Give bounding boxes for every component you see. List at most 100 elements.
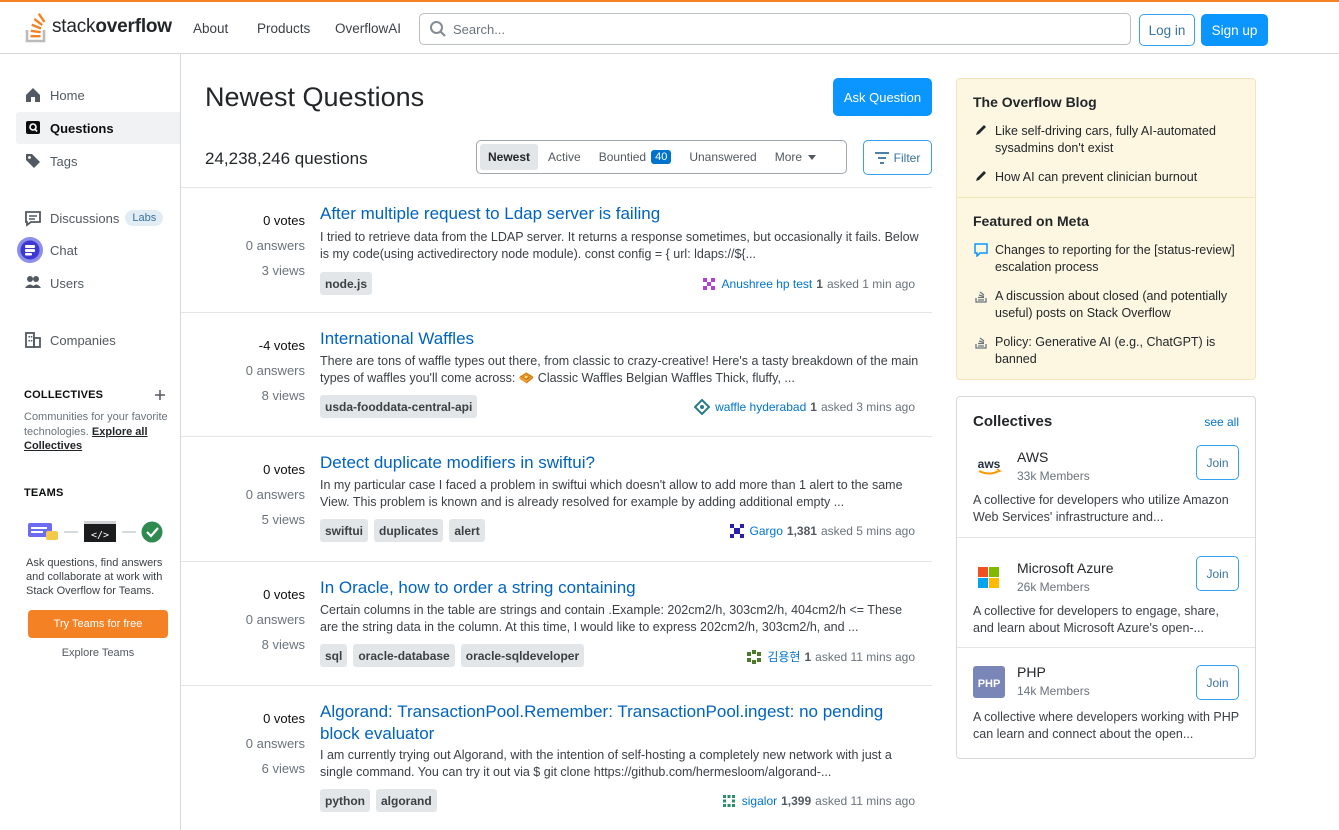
answer-count: 0 answers — [245, 487, 305, 502]
join-aws-button[interactable]: Join — [1196, 445, 1239, 480]
tag-oracle-sqldeveloper[interactable]: oracle-sqldeveloper — [460, 644, 585, 667]
nav-products[interactable]: Products — [257, 21, 310, 36]
tag-usda-fooddata-central-api[interactable]: usda-fooddata-central-api — [320, 395, 478, 418]
comment-icon — [973, 242, 989, 276]
user-avatar[interactable] — [728, 523, 745, 539]
answer-count: 0 answers — [245, 238, 305, 253]
collective-name-link[interactable]: PHP — [1017, 664, 1046, 680]
question-title-link[interactable]: Algorand: TransactionPool.Remember: Tran… — [320, 701, 920, 745]
sidebar-item-tags[interactable]: Tags — [16, 145, 180, 177]
user-name-link[interactable]: Gargo — [750, 524, 783, 538]
stack-exchange-icon — [973, 334, 989, 368]
user-name-link[interactable]: sigalor — [742, 794, 777, 808]
question-tags: node.js — [320, 272, 378, 295]
user-avatar[interactable] — [720, 793, 737, 809]
user-reputation: 1 — [810, 400, 817, 414]
question-title-link[interactable]: International Waffles — [320, 328, 920, 350]
user-avatar[interactable] — [746, 648, 763, 665]
sidebar-item-label: Home — [50, 87, 85, 103]
tab-more[interactable]: More — [767, 144, 824, 170]
tab-newest[interactable]: Newest — [480, 144, 539, 170]
collective-members: 33k Members — [1017, 469, 1090, 483]
tag-algorand[interactable]: algorand — [376, 789, 437, 812]
sidebar-item-discussions[interactable]: Discussions Labs — [16, 202, 180, 234]
tag-swiftui[interactable]: swiftui — [320, 519, 368, 542]
asked-time: asked 11 mins ago — [815, 649, 915, 664]
collectives-widget: Collectives see all aws AWS 33k Members … — [956, 396, 1256, 759]
question-summary: -4 votes 0 answers 8 views International… — [181, 312, 932, 436]
tag-duplicates[interactable]: duplicates — [374, 519, 444, 542]
user-reputation: 1 — [804, 649, 812, 664]
sidebar-item-home[interactable]: Home — [16, 79, 180, 111]
user-avatar[interactable] — [694, 399, 711, 415]
caret-down-icon — [808, 154, 817, 160]
user-reputation: 1,399 — [781, 794, 812, 808]
home-icon — [24, 86, 42, 104]
try-teams-button[interactable]: Try Teams for free — [28, 610, 168, 638]
stackoverflow-logo-icon — [25, 13, 46, 43]
nav-overflowai[interactable]: OverflowAI — [335, 21, 401, 36]
tab-active[interactable]: Active — [540, 144, 589, 170]
tag-node-js[interactable]: node.js — [320, 272, 373, 295]
collective-name-link[interactable]: AWS — [1017, 449, 1048, 465]
collective-card: aws AWS 33k Members Join A collective fo… — [957, 437, 1255, 547]
asked-time: asked 3 mins ago — [820, 400, 915, 414]
question-excerpt: I tried to retrieve data from the LDAP s… — [320, 230, 919, 261]
sidebar-item-users[interactable]: Users — [16, 267, 180, 299]
signup-button[interactable]: Sign up — [1201, 14, 1268, 46]
vote-count: 0 votes — [263, 587, 305, 602]
blog-post-link[interactable]: How AI can prevent clinician burnout — [973, 169, 1243, 186]
top-bar: stackoverflow About Products OverflowAI … — [0, 0, 1339, 54]
question-summary: 0 votes 0 answers 6 views Algorand: Tran… — [181, 685, 932, 830]
join-azure-button[interactable]: Join — [1196, 556, 1239, 591]
tag-sql[interactable]: sql — [320, 644, 348, 667]
filter-icon — [874, 151, 889, 164]
question-owner: waffle hyderabad 1 asked 3 mins ago — [694, 399, 915, 415]
tab-bountied[interactable]: Bountied 40 — [591, 144, 680, 170]
vote-count: 0 votes — [263, 711, 305, 726]
teams-illustration-icon: </> — [28, 521, 163, 543]
login-button[interactable]: Log in — [1139, 14, 1195, 46]
collective-card: Microsoft Azure 26k Members Join A colle… — [957, 537, 1255, 647]
blog-post-link[interactable]: Like self-driving cars, fully AI-automat… — [973, 123, 1243, 157]
collectives-section-title: COLLECTIVES — [24, 389, 104, 401]
explore-teams-link[interactable]: Explore Teams — [28, 647, 168, 659]
meta-post-link[interactable]: A discussion about closed (and potential… — [973, 288, 1243, 322]
asked-time: asked 1 min ago — [826, 277, 915, 291]
meta-post-link[interactable]: Changes to reporting for the [status-rev… — [973, 242, 1243, 276]
collectives-description: Communities for your favorite technologi… — [24, 411, 168, 452]
sidebar-item-chat[interactable]: Chat — [16, 234, 180, 266]
question-title-link[interactable]: In Oracle, how to order a string contain… — [320, 577, 920, 599]
sidebar-item-questions[interactable]: Questions — [16, 112, 180, 144]
user-name-link[interactable]: Anushree hp test — [722, 277, 813, 291]
join-php-button[interactable]: Join — [1196, 665, 1239, 700]
ask-question-button[interactable]: Ask Question — [833, 78, 932, 116]
add-collective-icon[interactable] — [154, 389, 166, 401]
sort-tabs: Newest Active Bountied 40 Unanswered More — [476, 140, 847, 174]
tab-unanswered[interactable]: Unanswered — [681, 144, 764, 170]
vote-count: 0 votes — [263, 462, 305, 477]
sidebar-item-companies[interactable]: Companies — [16, 324, 180, 356]
nav-about[interactable]: About — [193, 21, 228, 36]
collective-name-link[interactable]: Microsoft Azure — [1017, 560, 1113, 576]
meta-post-link[interactable]: Policy: Generative AI (e.g., ChatGPT) is… — [973, 334, 1243, 368]
stackoverflow-logo[interactable]: stackoverflow — [24, 10, 172, 44]
filter-button[interactable]: Filter — [863, 140, 932, 175]
question-title-link[interactable]: Detect duplicate modifiers in swiftui? — [320, 452, 920, 474]
question-stats: 0 votes 0 answers 3 views — [246, 208, 305, 283]
tag-python[interactable]: python — [320, 789, 370, 812]
answer-count: 0 answers — [245, 736, 305, 751]
see-all-link[interactable]: see all — [1204, 415, 1239, 429]
tag-oracle-database[interactable]: oracle-database — [353, 644, 455, 667]
question-stats: 0 votes 0 answers 8 views — [246, 582, 305, 657]
question-title-link[interactable]: After multiple request to Ldap server is… — [320, 203, 920, 225]
user-avatar[interactable] — [700, 276, 717, 292]
svg-text:</>: </> — [91, 530, 109, 541]
collective-members: 26k Members — [1017, 580, 1090, 594]
user-name-link[interactable]: waffle hyderabad — [715, 400, 806, 414]
search-box[interactable] — [419, 13, 1131, 45]
search-input[interactable] — [453, 21, 1093, 37]
sidebar-item-label: Discussions — [50, 210, 120, 226]
tag-alert[interactable]: alert — [449, 519, 485, 542]
user-name-link[interactable]: 김용현 — [767, 648, 800, 665]
